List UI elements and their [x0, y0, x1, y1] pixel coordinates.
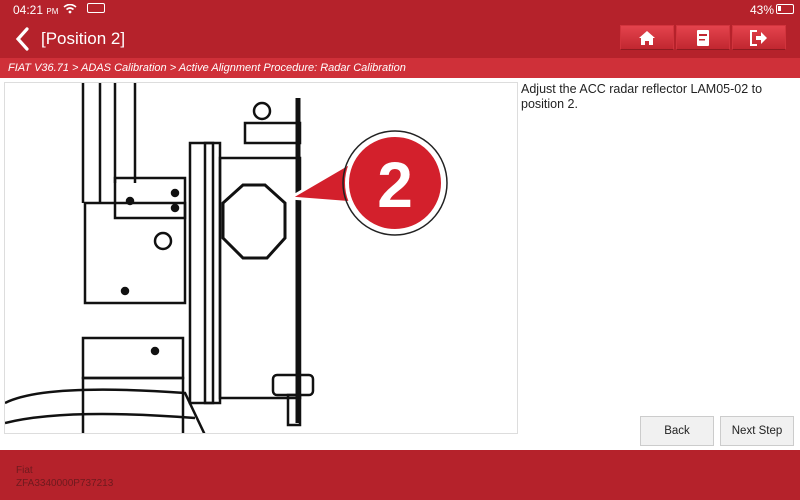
- exit-icon: [750, 29, 767, 46]
- page-title: [Position 2]: [41, 29, 126, 48]
- back-arrow-icon[interactable]: [12, 25, 34, 53]
- status-bar: 04:21 PM 43%: [0, 0, 800, 20]
- procedure-illustration: 2: [4, 82, 518, 434]
- battery-icon: [776, 4, 794, 14]
- vehicle-make: Fiat: [16, 465, 33, 476]
- header: [Position 2]: [0, 20, 800, 58]
- vehicle-info: Fiat ZFA3340000P737213: [0, 450, 800, 500]
- radar-reflector-drawing: 2: [5, 83, 448, 433]
- vehicle-vin: ZFA3340000P737213: [16, 478, 114, 489]
- next-step-button[interactable]: Next Step: [720, 416, 794, 446]
- exit-button[interactable]: [732, 25, 786, 50]
- clock: 04:21 PM: [13, 3, 59, 17]
- back-button[interactable]: Back: [640, 416, 714, 446]
- battery-percent: 43%: [750, 3, 775, 17]
- position-callout: 2: [377, 149, 413, 221]
- vci-icon: [87, 3, 105, 13]
- adas-report-icon: [697, 29, 709, 46]
- wifi-icon: [63, 4, 77, 14]
- instruction-text: Adjust the ACC radar reflector LAM05-02 …: [521, 82, 763, 111]
- breadcrumb: FIAT V36.71 > ADAS Calibration > Active …: [0, 58, 800, 78]
- adas-report-button[interactable]: [676, 25, 730, 50]
- home-button[interactable]: [620, 25, 674, 50]
- home-icon: [639, 30, 655, 45]
